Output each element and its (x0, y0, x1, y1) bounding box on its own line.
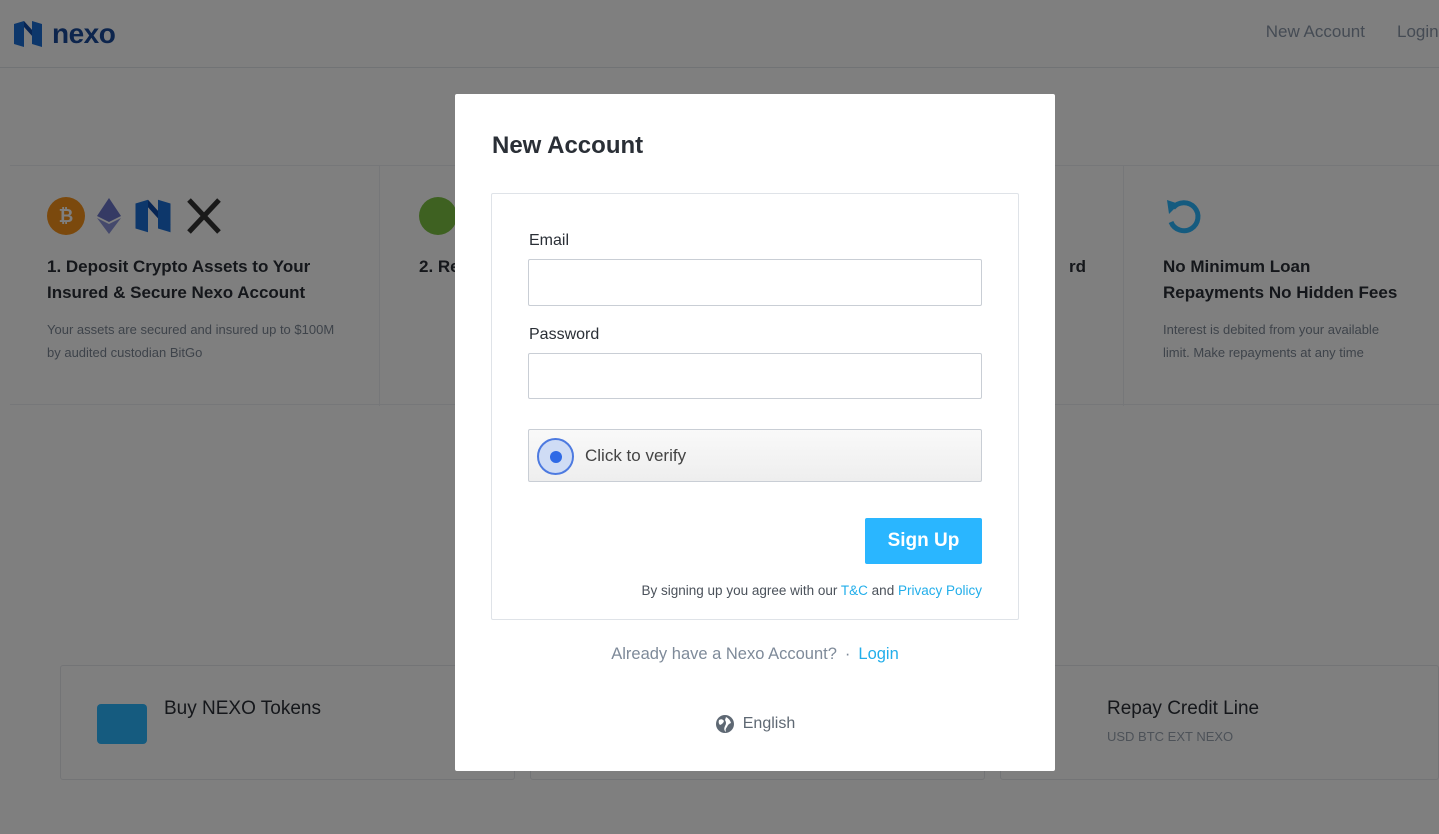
tc-link[interactable]: T&C (841, 583, 868, 598)
separator: · (844, 645, 851, 663)
email-label: Email (529, 232, 570, 249)
privacy-policy-link[interactable]: Privacy Policy (898, 583, 982, 598)
new-account-modal: New Account Email Password Click to veri… (455, 94, 1055, 771)
login-link[interactable]: Login (858, 645, 898, 663)
sign-up-button[interactable]: Sign Up (865, 518, 982, 564)
password-field[interactable] (528, 353, 982, 399)
signup-form: Email Password Click to verify Sign Up B… (491, 193, 1019, 620)
captcha-icon (537, 438, 574, 475)
agree-prefix: By signing up you agree with our (641, 583, 838, 598)
modal-title: New Account (492, 132, 644, 159)
already-text: Already have a Nexo Account? (611, 645, 837, 663)
captcha-label: Click to verify (585, 446, 687, 465)
captcha-verify[interactable]: Click to verify (528, 429, 982, 482)
language-label: English (742, 715, 796, 732)
login-prompt: Already have a Nexo Account? · Login (455, 645, 1055, 664)
password-label: Password (529, 326, 600, 343)
and-text: and (871, 583, 895, 598)
language-selector[interactable]: English (455, 714, 1055, 734)
globe-icon (715, 715, 734, 733)
terms-agreement: By signing up you agree with our T&C and… (642, 583, 982, 598)
email-field[interactable] (528, 259, 982, 306)
